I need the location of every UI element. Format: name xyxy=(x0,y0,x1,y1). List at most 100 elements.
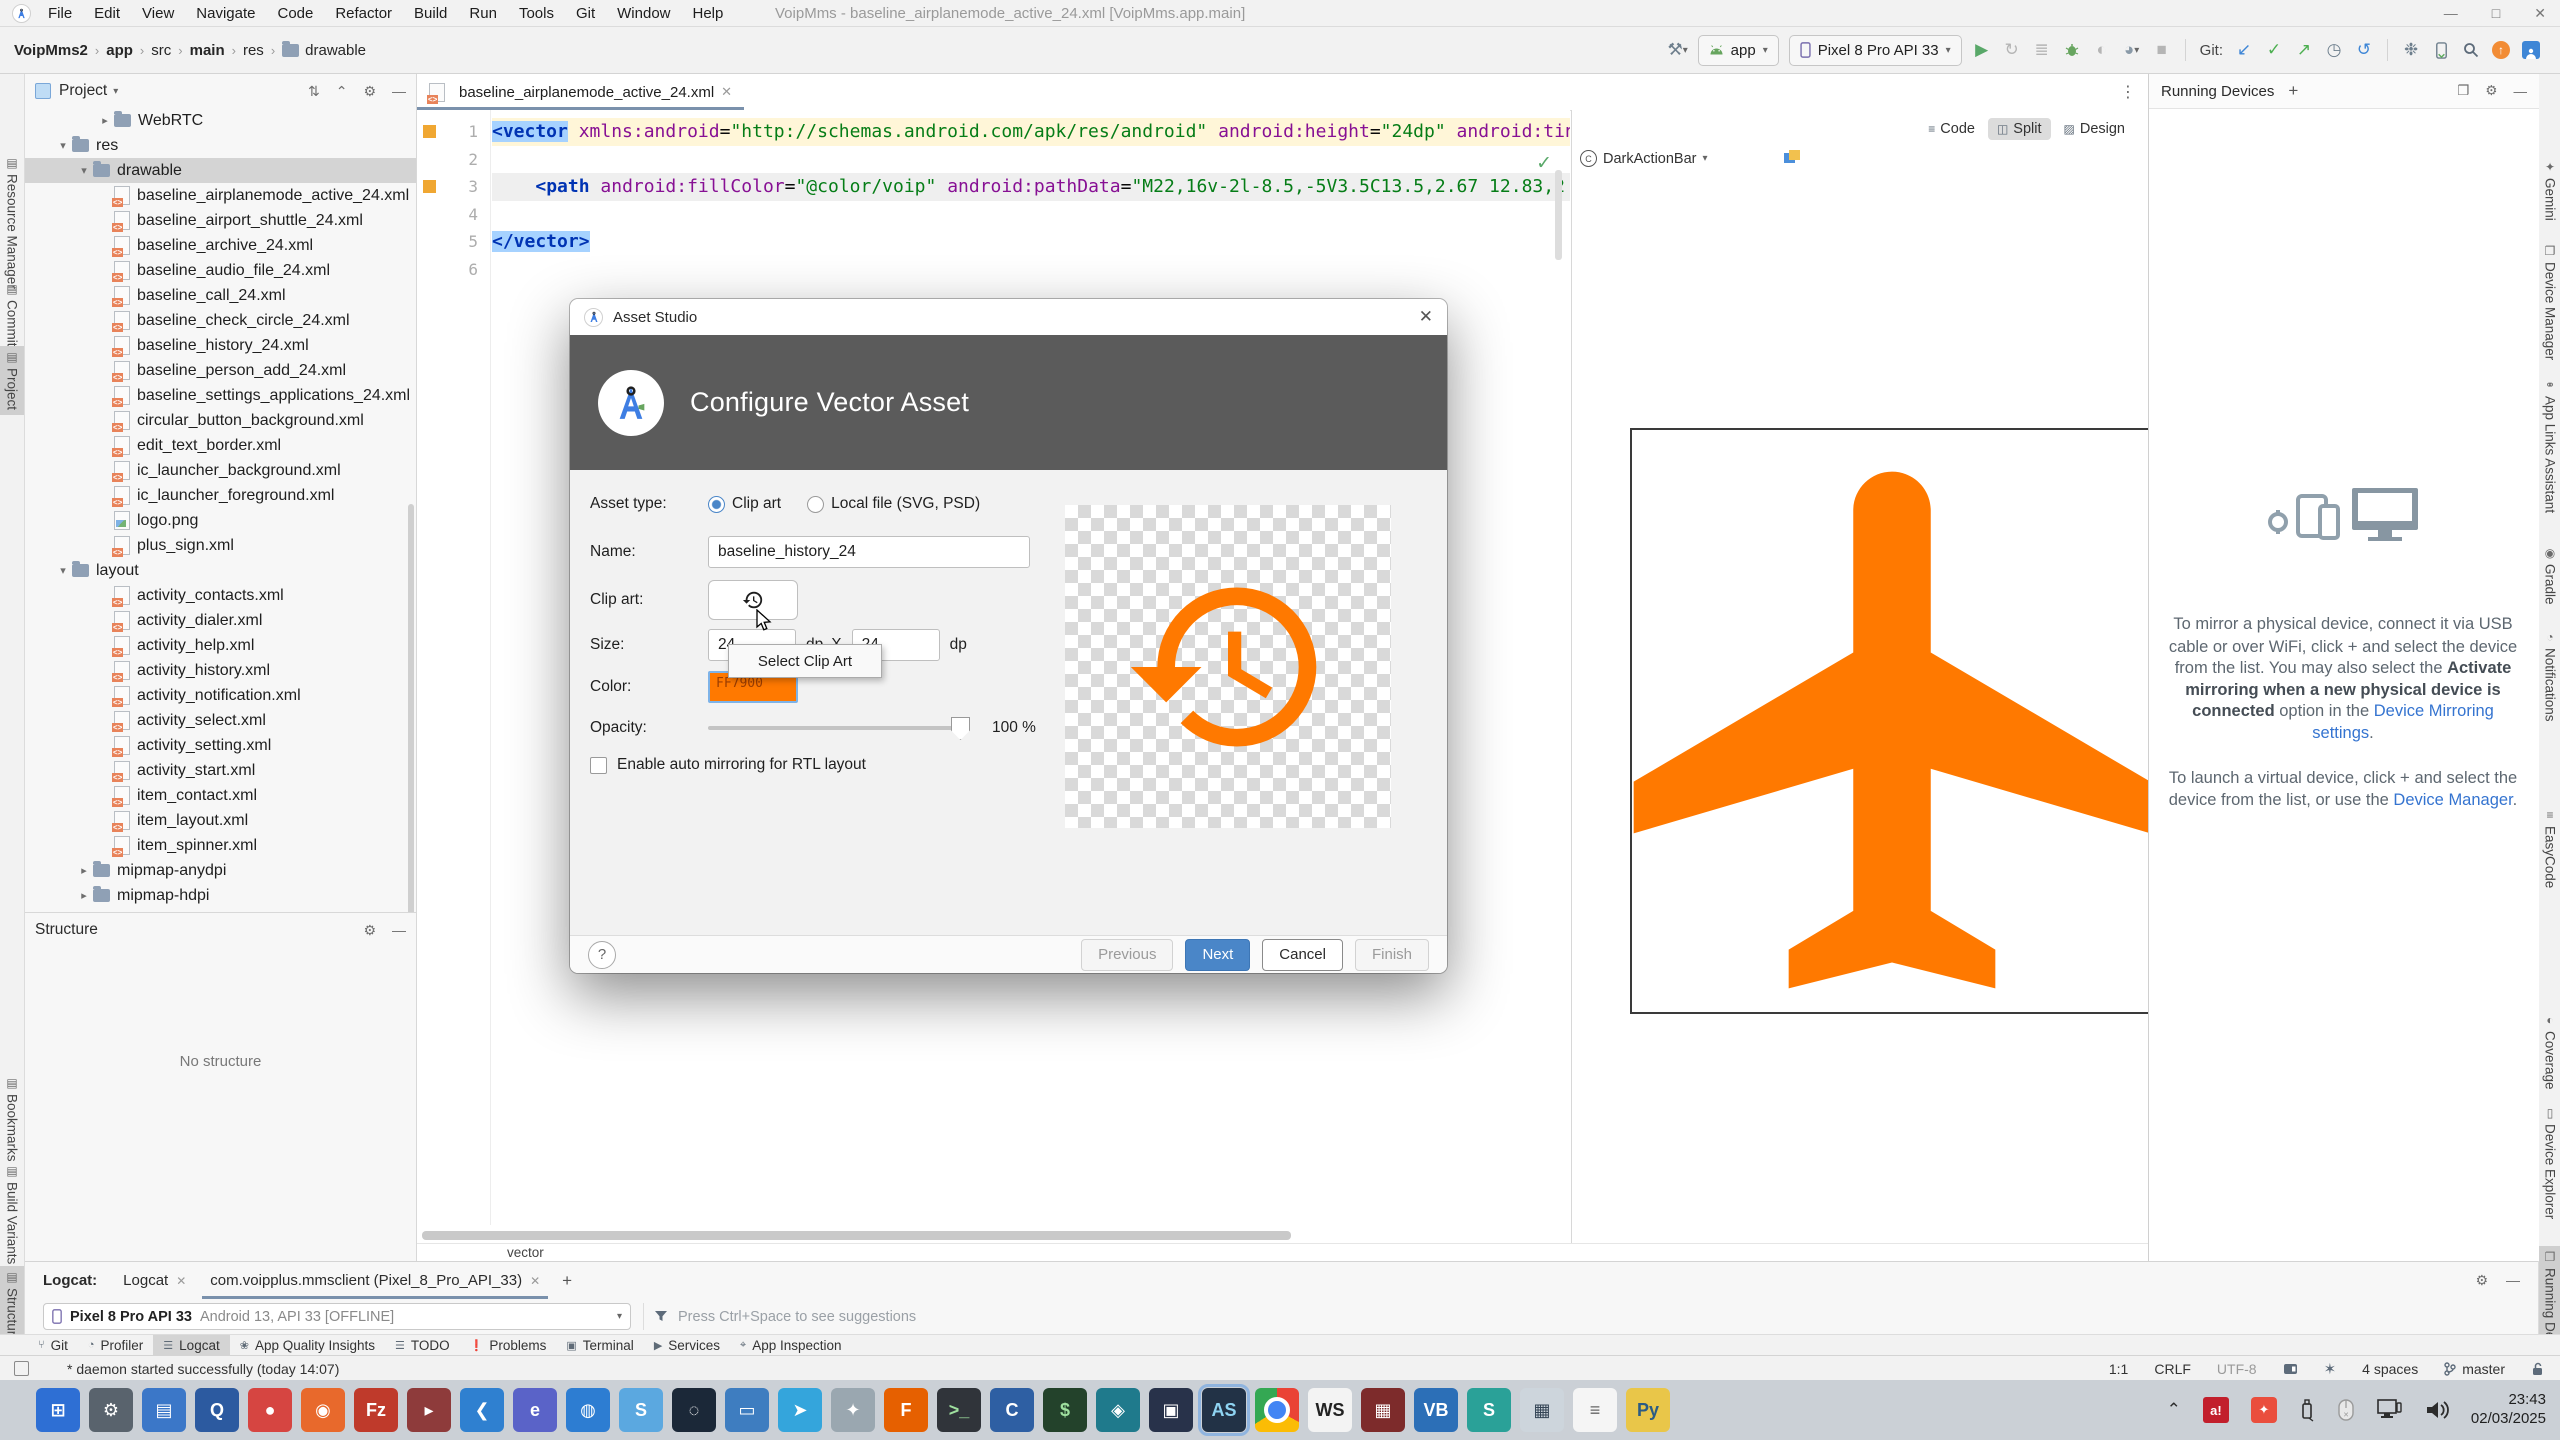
caret-position[interactable]: 1:1 xyxy=(2109,1361,2128,1377)
unlocked-icon[interactable] xyxy=(2531,1362,2544,1376)
search-everywhere-icon[interactable] xyxy=(2456,37,2486,63)
finish-button[interactable]: Finish xyxy=(1355,939,1429,971)
tab-close-icon[interactable]: ✕ xyxy=(530,1274,540,1288)
float-window-icon[interactable]: ❐ xyxy=(2457,83,2469,99)
restart-button[interactable]: ↻ xyxy=(1997,37,2027,63)
rtl-checkbox-label[interactable]: Enable auto mirroring for RTL layout xyxy=(617,756,866,774)
chevron-right-icon[interactable]: ▸ xyxy=(75,889,93,902)
tree-item-plus_sign[interactable]: plus_sign.xml xyxy=(25,533,416,558)
tool-strip-device-explorer[interactable]: ▯Device Explorer xyxy=(2539,1102,2560,1224)
coverage-icon[interactable]: ◐ xyxy=(2087,37,2117,63)
status-message[interactable]: * daemon started successfully (today 14:… xyxy=(67,1361,339,1377)
tool-strip-build-variants[interactable]: ▤Build Variants xyxy=(0,1160,24,1269)
menu-file[interactable]: File xyxy=(37,5,83,22)
menu-window[interactable]: Window xyxy=(606,5,681,22)
taskbar-app-green-terminal[interactable]: $ xyxy=(1043,1388,1087,1432)
project-view-dropdown-icon[interactable]: ▾ xyxy=(113,86,118,97)
structure-panel-title[interactable]: Structure xyxy=(35,921,98,939)
tree-item-activity_start[interactable]: activity_start.xml xyxy=(25,758,416,783)
clip-art-radio-label[interactable]: Clip art xyxy=(732,495,781,513)
taskbar-app-search-tool[interactable]: Q xyxy=(195,1388,239,1432)
local-file-radio-label[interactable]: Local file (SVG, PSD) xyxy=(831,495,980,513)
tree-item-item_contact[interactable]: item_contact.xml xyxy=(25,783,416,808)
git-update-icon[interactable]: ↙ xyxy=(2229,37,2259,63)
tool-strip-notifications[interactable]: ◔Notifications xyxy=(2539,626,2560,727)
tool-strip-project[interactable]: ▤Project xyxy=(0,346,24,415)
file-encoding[interactable]: UTF-8 xyxy=(2217,1361,2257,1377)
menu-tools[interactable]: Tools xyxy=(508,5,565,22)
tree-item-activity_select[interactable]: activity_select.xml xyxy=(25,708,416,733)
profile-avatar[interactable] xyxy=(2516,37,2546,63)
tab-options-icon[interactable]: ⋮ xyxy=(2108,82,2148,102)
name-input[interactable] xyxy=(708,536,1030,568)
previous-button[interactable]: Previous xyxy=(1081,939,1173,971)
taskbar-app-filezilla[interactable]: Fz xyxy=(354,1388,398,1432)
taskbar-app-python-app[interactable]: Py xyxy=(1626,1388,1670,1432)
taskbar-app-vscode[interactable]: ❮ xyxy=(460,1388,504,1432)
toolwindow-app-quality-insights[interactable]: ❀App Quality Insights xyxy=(230,1335,385,1355)
apply-changes-icon[interactable]: ≣ xyxy=(2027,37,2057,63)
taskbar-app-telegram[interactable]: ➤ xyxy=(778,1388,822,1432)
add-device-icon[interactable]: + xyxy=(2288,81,2298,101)
toolwindow-terminal[interactable]: ▣Terminal xyxy=(556,1335,643,1355)
layers-icon[interactable] xyxy=(1784,150,1800,164)
tool-strip-gemini[interactable]: ✦Gemini xyxy=(2539,156,2560,226)
profiler-icon[interactable]: ◕▾ xyxy=(2117,37,2147,63)
taskbar-app-android-studio[interactable]: AS xyxy=(1202,1388,1246,1432)
chevron-down-icon[interactable]: ▾ xyxy=(54,139,72,152)
volume-icon[interactable] xyxy=(2425,1400,2449,1420)
tree-item-baseline_airplanemode_active_24[interactable]: baseline_airplanemode_active_24.xml xyxy=(25,183,416,208)
taskbar-clock[interactable]: 23:43 02/03/2025 xyxy=(2471,1391,2546,1429)
taskbar-app-file-manager[interactable]: ▤ xyxy=(142,1388,186,1432)
toolwindow-git[interactable]: ⑂Git xyxy=(28,1335,78,1355)
sync-project-icon[interactable]: ⚒▾ xyxy=(1663,37,1693,63)
code-line-2[interactable] xyxy=(492,146,1570,174)
ai-assistant-icon[interactable]: ✶ xyxy=(2324,1360,2337,1378)
mode-design[interactable]: ▨Design xyxy=(2055,118,2134,140)
tree-item-baseline_check_circle_24[interactable]: baseline_check_circle_24.xml xyxy=(25,308,416,333)
structure-settings-icon[interactable]: ⚙ xyxy=(363,922,376,939)
taskbar-app-notes-app[interactable]: ≡ xyxy=(1573,1388,1617,1432)
close-icon[interactable]: ✕ xyxy=(2534,5,2546,22)
code-line-1[interactable]: <vector xmlns:android="http://schemas.an… xyxy=(492,118,1570,146)
collapse-all-icon[interactable]: ⌃ xyxy=(336,83,348,100)
taskbar-app-network-tool[interactable]: ✦ xyxy=(831,1388,875,1432)
tree-item-activity_notification[interactable]: activity_notification.xml xyxy=(25,683,416,708)
panel-settings-icon[interactable]: ⚙ xyxy=(363,83,376,100)
tree-item-ic_launcher_foreground[interactable]: ic_launcher_foreground.xml xyxy=(25,483,416,508)
run-configuration-select[interactable]: app ▾ xyxy=(1698,35,1779,66)
maximize-icon[interactable]: □ xyxy=(2492,5,2500,22)
tree-item-mipmap-anydpi[interactable]: ▸mipmap-anydpi xyxy=(25,858,416,883)
breadcrumb-item-app[interactable]: app xyxy=(106,42,133,59)
taskbar-app-blue-sphere-app[interactable]: ◍ xyxy=(566,1388,610,1432)
filter-icon[interactable] xyxy=(654,1310,668,1323)
tree-item-ic_launcher_background[interactable]: ic_launcher_background.xml xyxy=(25,458,416,483)
rtl-checkbox[interactable] xyxy=(590,757,607,774)
tool-strip-gradle[interactable]: ◉Gradle xyxy=(2539,542,2560,610)
menu-view[interactable]: View xyxy=(131,5,185,22)
rd-settings-icon[interactable]: ⚙ xyxy=(2485,83,2497,99)
git-commit-icon[interactable]: ✓ xyxy=(2259,37,2289,63)
toolwindow-app-inspection[interactable]: ⌖App Inspection xyxy=(730,1335,852,1355)
tree-item-baseline_settings_applications_24[interactable]: baseline_settings_applications_24.xml xyxy=(25,383,416,408)
new-logcat-tab-icon[interactable]: + xyxy=(562,1271,572,1291)
vector-preview-box[interactable] xyxy=(1630,428,2148,1014)
breadcrumb-item-voipmms2[interactable]: VoipMms2 xyxy=(14,42,88,59)
tray-expand-icon[interactable]: ⌃ xyxy=(2167,1400,2181,1420)
tool-strip-device-manager[interactable]: ❐Device Manager xyxy=(2539,240,2560,365)
breadcrumb-item-drawable[interactable]: drawable xyxy=(305,42,366,59)
memory-indicator-icon[interactable] xyxy=(2283,1363,2298,1375)
taskbar-app-dev-compass[interactable]: ◈ xyxy=(1096,1388,1140,1432)
link-device-manager[interactable]: Device Manager xyxy=(2393,791,2512,809)
tree-item-circular_button_background[interactable]: circular_button_background.xml xyxy=(25,408,416,433)
amd-software-icon[interactable]: a! xyxy=(2203,1397,2229,1423)
taskbar-app-red-media-app[interactable]: ● xyxy=(248,1388,292,1432)
tree-item-item_spinner[interactable]: item_spinner.xml xyxy=(25,833,416,858)
code-line-5[interactable]: </vector> xyxy=(492,228,1570,256)
chevron-down-icon[interactable]: ▾ xyxy=(54,564,72,577)
device-mirror-icon[interactable] xyxy=(2426,37,2456,63)
menu-run[interactable]: Run xyxy=(458,5,508,22)
tool-strip-bookmarks[interactable]: ▤Bookmarks xyxy=(0,1072,24,1167)
tree-item-activity_setting[interactable]: activity_setting.xml xyxy=(25,733,416,758)
indent-setting[interactable]: 4 spaces xyxy=(2362,1361,2418,1377)
